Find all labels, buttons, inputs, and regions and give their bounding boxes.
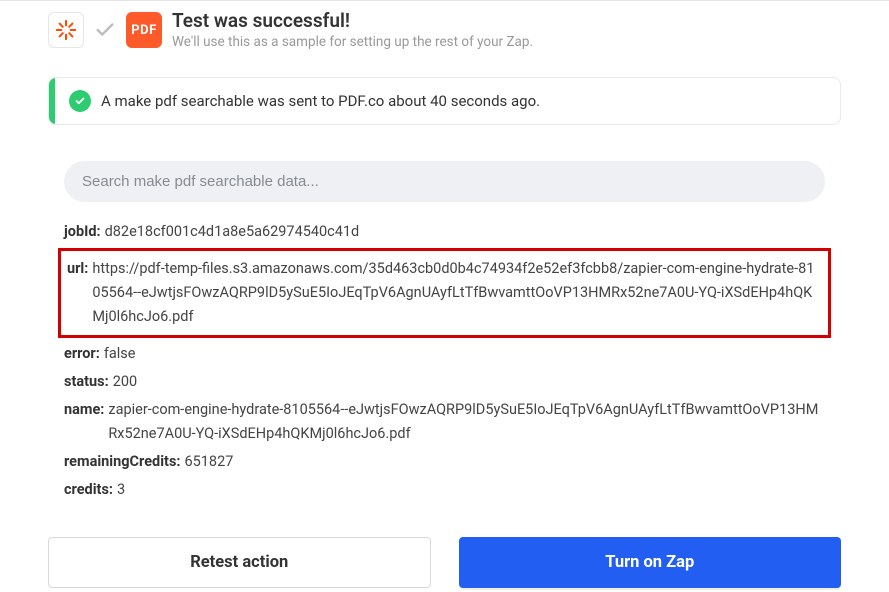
field-key: name: [64,398,104,422]
field-key: status: [64,370,109,394]
highlighted-url-field: url: https://pdf-temp-files.s3.amazonaws… [58,248,831,338]
field-value: d82e18cf001c4d1a8e5a62974540c41d [105,220,360,244]
field-key: error: [64,342,100,366]
field-url: url: https://pdf-temp-files.s3.amazonaws… [67,255,822,331]
success-callout: A make pdf searchable was sent to PDF.co… [48,77,841,125]
field-key: jobId: [64,220,101,244]
field-key: remainingCredits: [64,450,180,474]
turn-on-zap-button[interactable]: Turn on Zap [459,537,842,588]
result-header: PDF Test was successful! We'll use this … [0,0,889,61]
success-message: A make pdf searchable was sent to PDF.co… [101,92,540,110]
field-value: zapier-com-engine-hydrate-8105564--eJwtj… [108,398,825,446]
zapier-icon [48,12,84,48]
field-value: https://pdf-temp-files.s3.amazonaws.com/… [92,257,822,329]
field-status: status: 200 [64,368,825,396]
field-value: 651827 [184,450,233,474]
pdf-app-icon: PDF [126,12,162,48]
field-error: error: false [64,340,825,368]
check-icon [94,19,116,41]
result-fields: jobId: d82e18cf001c4d1a8e5a62974540c41d … [48,218,841,503]
page-subtitle: We'll use this as a sample for setting u… [172,34,533,52]
footer-actions: Retest action Turn on Zap [0,523,889,592]
field-name: name: zapier-com-engine-hydrate-8105564-… [64,396,825,448]
field-remaining-credits: remainingCredits: 651827 [64,448,825,476]
success-check-icon [69,90,91,112]
field-key: credits: [64,478,113,502]
page-title: Test was successful! [172,9,533,34]
field-value: 3 [117,478,125,502]
field-value: false [104,342,136,366]
field-credits: credits: 3 [64,476,825,504]
search-input[interactable] [64,161,825,202]
retest-action-button[interactable]: Retest action [48,537,431,588]
field-key: url: [67,257,88,281]
result-panel: jobId: d82e18cf001c4d1a8e5a62974540c41d … [48,147,841,523]
field-jobid: jobId: d82e18cf001c4d1a8e5a62974540c41d [64,218,825,246]
field-value: 200 [113,370,137,394]
